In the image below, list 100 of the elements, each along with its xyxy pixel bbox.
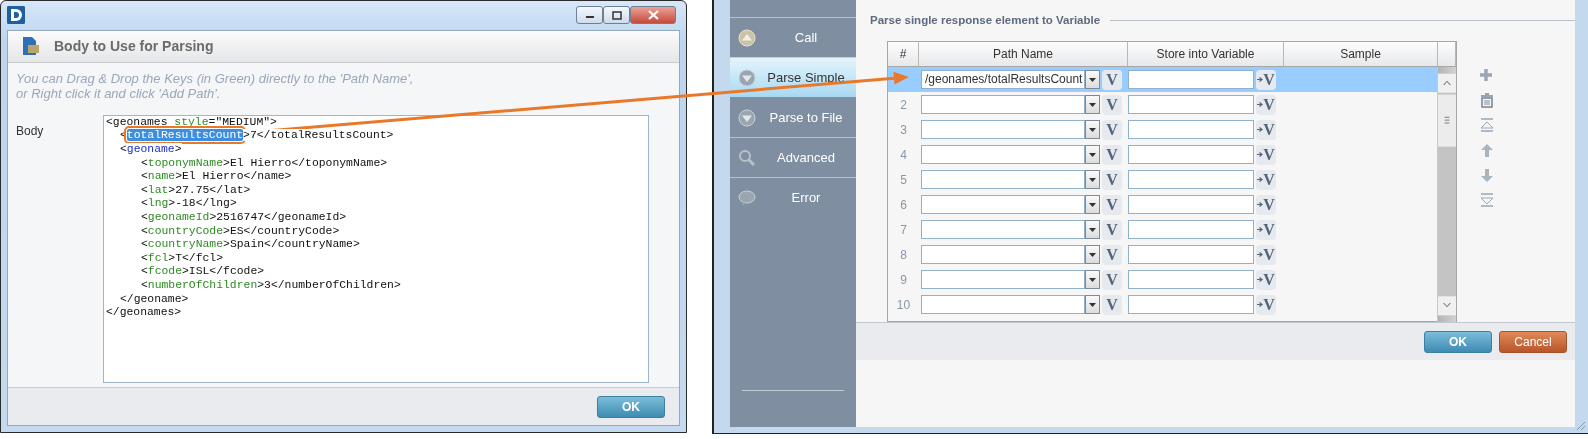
- dropdown-button[interactable]: [1085, 295, 1100, 315]
- variable-field[interactable]: [1128, 95, 1254, 115]
- table-row[interactable]: 5 V V: [888, 167, 1437, 193]
- variable-field[interactable]: [1128, 270, 1254, 290]
- arrow-icon: [1257, 126, 1264, 134]
- arrow-icon: [1257, 176, 1264, 184]
- dropdown-button[interactable]: [1085, 220, 1100, 240]
- path-name-field[interactable]: [921, 120, 1085, 140]
- table-row[interactable]: /geonames/totalResultsCount V V: [888, 67, 1437, 93]
- code-line: <geonameId>2516747</geonameId>: [141, 211, 347, 225]
- table-row[interactable]: 6 V V: [888, 192, 1437, 218]
- minimize-button[interactable]: [576, 6, 603, 25]
- variable-button[interactable]: V: [1102, 294, 1122, 315]
- assign-variable-button[interactable]: V: [1256, 219, 1276, 240]
- variable-field[interactable]: [1128, 120, 1254, 140]
- path-name-field[interactable]: [921, 145, 1085, 165]
- path-name-field[interactable]: [921, 195, 1085, 215]
- arrow-up-icon[interactable]: [1479, 143, 1495, 158]
- add-icon[interactable]: [1479, 68, 1495, 83]
- arrow-icon: [1257, 101, 1264, 109]
- code-line: <geoname>: [120, 143, 182, 157]
- dropdown-button[interactable]: [1085, 245, 1100, 265]
- assign-variable-button[interactable]: V: [1256, 94, 1276, 115]
- variable-button[interactable]: V: [1102, 194, 1122, 215]
- xml-body-field[interactable]: [103, 114, 649, 383]
- row-number: 3: [899, 121, 908, 139]
- caret-icon: [1089, 127, 1096, 132]
- sidebar-item[interactable]: Parse to File: [730, 97, 856, 137]
- dropdown-button[interactable]: [1085, 270, 1100, 290]
- document-icon: [20, 36, 40, 57]
- path-name-field[interactable]: [921, 170, 1085, 190]
- variable-field[interactable]: [1128, 70, 1254, 90]
- variable-button[interactable]: V: [1102, 269, 1122, 290]
- assign-variable-button[interactable]: V: [1256, 294, 1276, 315]
- maximize-button[interactable]: [603, 6, 630, 25]
- variable-button[interactable]: V: [1102, 219, 1122, 240]
- row-number: 9: [899, 271, 908, 289]
- variable-button[interactable]: V: [1102, 119, 1122, 140]
- table-row[interactable]: 9 V V: [888, 267, 1437, 293]
- assign-variable-button[interactable]: V: [1256, 69, 1276, 90]
- variable-field[interactable]: [1128, 145, 1254, 165]
- arrow-down-icon[interactable]: [1479, 168, 1495, 183]
- resize-grip-icon[interactable]: [1574, 419, 1586, 431]
- variable-button[interactable]: V: [1102, 169, 1122, 190]
- assign-variable-button[interactable]: V: [1256, 269, 1276, 290]
- variable-field[interactable]: [1128, 295, 1254, 315]
- assign-variable-button[interactable]: V: [1256, 194, 1276, 215]
- code-line: </geonames>: [106, 306, 182, 320]
- dropdown-button[interactable]: [1085, 95, 1100, 115]
- dropdown-button[interactable]: [1085, 195, 1100, 215]
- scrollbar[interactable]: [1437, 67, 1456, 323]
- app-logo-icon: [7, 6, 25, 25]
- cancel-button[interactable]: Cancel: [1499, 330, 1567, 353]
- table-row[interactable]: 7 V V: [888, 217, 1437, 243]
- sidebar-item[interactable]: Parse Simple: [730, 57, 856, 97]
- variable-field[interactable]: [1128, 195, 1254, 215]
- caret-icon: [1089, 102, 1096, 107]
- caret-icon: [1089, 177, 1096, 182]
- assign-variable-button[interactable]: V: [1256, 119, 1276, 140]
- variable-button[interactable]: V: [1102, 94, 1122, 115]
- variable-field[interactable]: [1128, 170, 1254, 190]
- dialog-title: Body to Use for Parsing: [54, 36, 214, 56]
- speech-bubble-icon: [738, 188, 756, 207]
- row-number: 4: [899, 146, 908, 164]
- table-row[interactable]: 3 V V: [888, 117, 1437, 143]
- dropdown-button[interactable]: [1085, 170, 1100, 190]
- path-name-field[interactable]: [921, 295, 1085, 315]
- code-line: <toponymName>El Hierro</toponymName>: [141, 156, 388, 171]
- caret-icon: [1089, 227, 1096, 232]
- variable-button[interactable]: V: [1102, 69, 1122, 90]
- arrow-icon: [1257, 226, 1264, 234]
- ok-button[interactable]: OK: [1424, 330, 1492, 353]
- ok-button[interactable]: OK: [597, 395, 665, 418]
- assign-variable-button[interactable]: V: [1256, 144, 1276, 165]
- path-name-field[interactable]: [921, 95, 1085, 115]
- trash-icon[interactable]: [1479, 93, 1495, 108]
- table-row[interactable]: 2 V V: [888, 92, 1437, 118]
- variable-button[interactable]: V: [1102, 144, 1122, 165]
- move-top-icon[interactable]: [1479, 118, 1495, 133]
- dropdown-button[interactable]: [1085, 70, 1100, 90]
- move-bottom-icon[interactable]: [1479, 193, 1495, 208]
- path-name-field[interactable]: /geonames/totalResultsCount: [921, 70, 1085, 90]
- close-button[interactable]: [630, 6, 676, 25]
- caret-icon: [1089, 252, 1096, 257]
- assign-variable-button[interactable]: V: [1256, 169, 1276, 190]
- table-row[interactable]: 8 V V: [888, 242, 1437, 268]
- variable-field[interactable]: [1128, 220, 1254, 240]
- hint-text: You can Drag & Drop the Keys (in Green) directly to the 'Path Name',: [16, 70, 415, 86]
- path-name-field[interactable]: [921, 270, 1085, 290]
- table-row[interactable]: 10 V V: [888, 292, 1437, 318]
- dropdown-button[interactable]: [1085, 120, 1100, 140]
- section-title: Parse single response element to Variable: [870, 13, 1101, 28]
- path-name-field[interactable]: [921, 245, 1085, 265]
- caret-icon: [1089, 277, 1096, 282]
- variable-field[interactable]: [1128, 245, 1254, 265]
- dropdown-button[interactable]: [1085, 145, 1100, 165]
- table-row[interactable]: 4 V V: [888, 142, 1437, 168]
- assign-variable-button[interactable]: V: [1256, 244, 1276, 265]
- variable-button[interactable]: V: [1102, 244, 1122, 265]
- path-name-field[interactable]: [921, 220, 1085, 240]
